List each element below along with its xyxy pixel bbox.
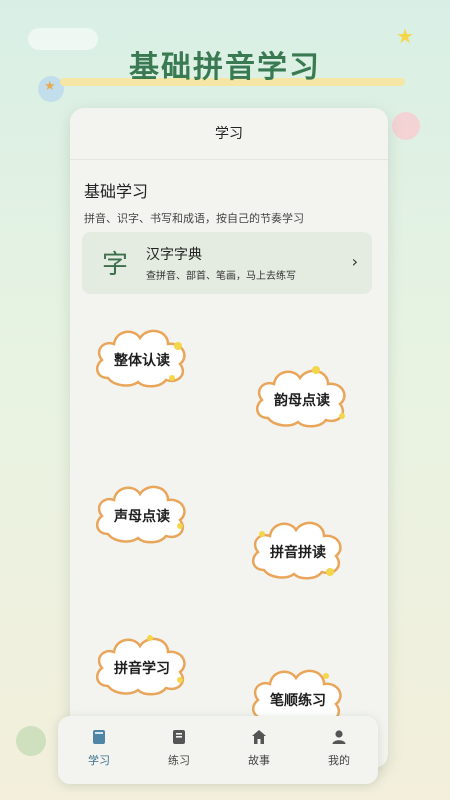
module-button-pinyin-learning[interactable]: 拼音学习 (90, 628, 194, 700)
dictionary-title: 汉字字典 (146, 247, 202, 263)
learning-card: 学习 基础学习 拼音、识字、书写和成语，按自己的节奏学习 字 汉字字典 查拼音、… (70, 108, 388, 768)
bottom-tab-bar: 学习 练习 故事 我的 (58, 716, 378, 784)
book-icon (93, 730, 105, 744)
chevron-right-icon: › (351, 252, 358, 271)
tab-practice[interactable]: 练习 (154, 728, 204, 768)
module-button-pinyin-spelling[interactable]: 拼音拼读 (246, 512, 350, 584)
module-label: 声母点读 (114, 509, 170, 525)
tab-label: 学习 (88, 754, 110, 767)
module-label: 笔顺练习 (270, 693, 326, 709)
tab-learn[interactable]: 学习 (74, 728, 124, 768)
background-bubble-green (16, 726, 46, 756)
module-label: 拼音拼读 (270, 545, 326, 561)
tab-mine[interactable]: 我的 (314, 728, 364, 768)
module-button-final-reading[interactable]: 韵母点读 (250, 360, 354, 432)
home-icon (252, 730, 266, 744)
tab-stories[interactable]: 故事 (234, 728, 284, 768)
section-title: 基础学习 (84, 182, 149, 201)
notebook-icon (173, 730, 185, 744)
module-label: 整体认读 (114, 353, 170, 369)
card-header: 学习 (70, 108, 388, 160)
dictionary-subtitle: 查拼音、部首、笔画，马上去练写 (146, 271, 296, 282)
module-button-initial-reading[interactable]: 声母点读 (90, 476, 194, 548)
tab-label: 故事 (248, 754, 270, 767)
module-label: 拼音学习 (114, 661, 170, 677)
dictionary-entry[interactable]: 字 汉字字典 查拼音、部首、笔画，马上去练写 › (82, 232, 372, 294)
tab-label: 练习 (168, 754, 190, 767)
tab-label: 我的 (328, 754, 350, 767)
dictionary-char-icon: 字 (102, 250, 129, 280)
module-button-whole-syllable[interactable]: 整体认读 (90, 320, 194, 392)
background-bubble-pink (392, 112, 420, 140)
section-description: 拼音、识字、书写和成语，按自己的节奏学习 (84, 212, 304, 225)
page-title: 基础拼音学习 (129, 50, 321, 85)
module-label: 韵母点读 (274, 393, 330, 409)
user-icon (332, 730, 346, 744)
